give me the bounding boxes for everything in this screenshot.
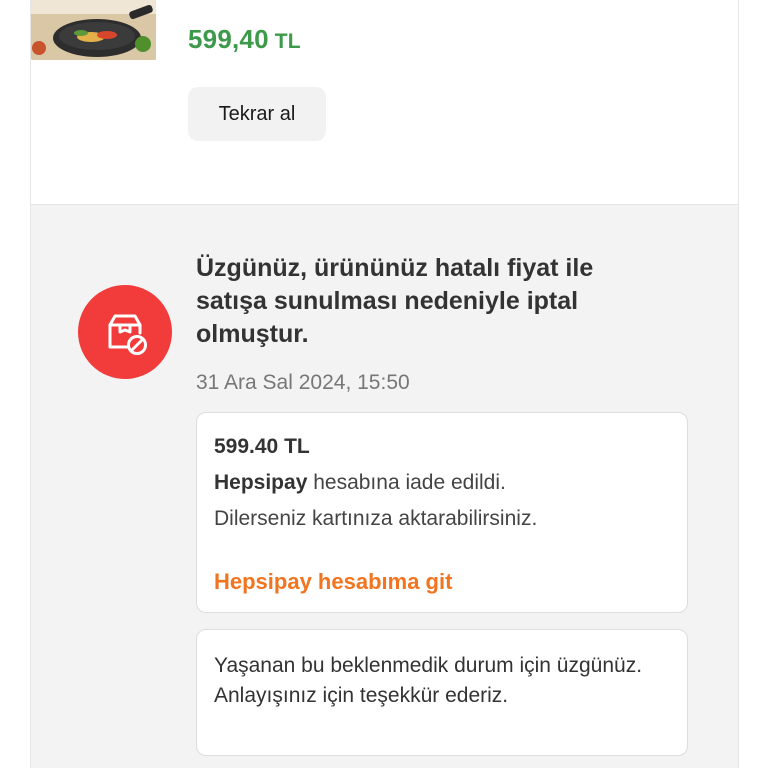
cancellation-date: 31 Ara Sal 2024, 15:50 (196, 371, 410, 394)
right-gutter (738, 0, 768, 768)
apology-text: Yaşanan bu beklenmedik durum için üzgünü… (214, 654, 643, 707)
package-cancel-icon (78, 285, 172, 379)
cancellation-notice-section: Üzgünüz, ürününüz hatalı fiyat ile satış… (31, 204, 738, 768)
refund-hint-text: Dilerseniz kartınıza aktarabilirsiniz. (214, 507, 538, 530)
product-price: 599,40 TL (188, 24, 301, 55)
cancellation-title: Üzgünüz, ürününüz hatalı fiyat ile satış… (196, 254, 594, 348)
hepsipay-account-link[interactable]: Hepsipay hesabıma git (214, 569, 452, 595)
refund-card: 599.40 TL Hepsipay hesabına iade edildi.… (196, 412, 688, 613)
price-value: 599,40 (188, 24, 269, 54)
frying-pan-image (31, 0, 156, 60)
refund-status-text: Hepsipay hesabına iade edildi. (214, 471, 506, 495)
product-image[interactable] (31, 0, 156, 60)
order-detail-page: 599,40 TL Tekrar al Üzgünüz, ürününüz hat… (0, 0, 768, 768)
left-gutter (0, 0, 31, 768)
box-cancel-glyph (108, 314, 147, 355)
refund-provider: Hepsipay (214, 471, 308, 494)
price-currency: TL (274, 30, 301, 53)
apology-card: Yaşanan bu beklenmedik durum için üzgünü… (196, 629, 688, 756)
rebuy-button[interactable]: Tekrar al (188, 87, 326, 141)
refund-status-rest: hesabına iade edildi. (307, 471, 506, 494)
refund-amount: 599.40 TL (214, 435, 310, 458)
